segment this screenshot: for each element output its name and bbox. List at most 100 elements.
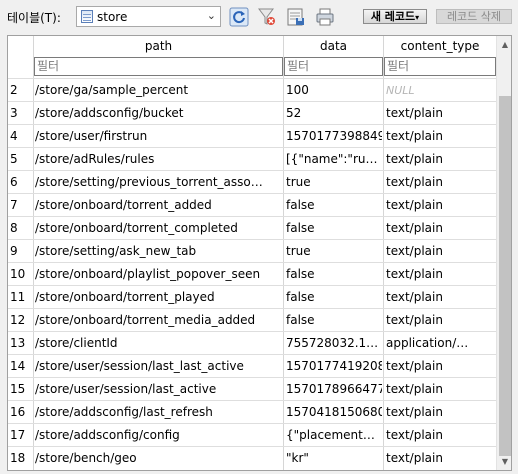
delete-record-button[interactable]: 레코드 삭제: [436, 9, 512, 24]
cell-path[interactable]: /store/user/session/last_last_active: [35, 355, 283, 377]
cell-content-type[interactable]: text/plain: [386, 125, 496, 147]
cell-data[interactable]: 755728032.1…: [286, 332, 382, 354]
cell-content-type[interactable]: text/plain: [386, 194, 496, 216]
cell-path[interactable]: /store/clientId: [35, 332, 283, 354]
cell-path[interactable]: /store/onboard/torrent_played: [35, 286, 283, 308]
row-number: 13: [10, 336, 26, 350]
table-label: 테이블(T):: [7, 11, 61, 25]
print-button[interactable]: [314, 6, 336, 28]
cell-path[interactable]: /store/onboard/torrent_completed: [35, 217, 283, 239]
cell-content-type[interactable]: text/plain: [386, 102, 496, 124]
cell-content-type[interactable]: text/plain: [386, 171, 496, 193]
row-number: 15: [10, 382, 26, 396]
table-select[interactable]: store ⌄: [76, 6, 221, 27]
table-row[interactable]: 6/store/setting/previous_torrent_asso… tr…: [8, 170, 496, 193]
row-number: 14: [10, 359, 26, 373]
cell-data[interactable]: false: [286, 263, 382, 285]
cell-data[interactable]: [{"name":"ru…: [286, 148, 382, 170]
cell-path[interactable]: /store/addsconfig/config: [35, 424, 283, 446]
table-row[interactable]: 7/store/onboard/torrent_added false text/p…: [8, 193, 496, 216]
column-header-content-type[interactable]: content_type: [384, 36, 496, 56]
cell-content-type[interactable]: text/plain: [386, 424, 496, 446]
clear-filters-button[interactable]: [256, 6, 278, 28]
cell-path[interactable]: /store/setting/previous_torrent_asso…: [35, 171, 283, 193]
cell-content-type[interactable]: text/plain: [386, 148, 496, 170]
cell-path[interactable]: /store/onboard/torrent_added: [35, 194, 283, 216]
cell-path[interactable]: /store/user/firstrun: [35, 125, 283, 147]
table-row[interactable]: 10/store/onboard/playlist_popover_seen fa…: [8, 262, 496, 285]
chevron-down-icon: ⌄: [206, 9, 216, 22]
cell-content-type[interactable]: text/plain: [386, 286, 496, 308]
cell-data[interactable]: true: [286, 240, 382, 262]
cell-content-type[interactable]: text/plain: [386, 355, 496, 377]
cell-content-type[interactable]: text/plain: [386, 217, 496, 239]
row-number: 17: [10, 428, 26, 442]
cell-content-type[interactable]: text/plain: [386, 401, 496, 423]
row-number: 7: [10, 198, 18, 212]
row-number: 2: [10, 83, 18, 97]
cell-path[interactable]: /store/bench/geo: [35, 447, 283, 469]
refresh-icon: [229, 7, 249, 27]
vertical-scrollbar[interactable]: ▲ ▼: [496, 36, 511, 470]
table-row[interactable]: 3/store/addsconfig/bucket 52 text/plain: [8, 101, 496, 124]
table-row[interactable]: 15/store/user/session/last_active 1570178…: [8, 377, 496, 400]
cell-path[interactable]: /store/ga/sample_percent: [35, 79, 283, 101]
cell-data[interactable]: false: [286, 309, 382, 331]
dropdown-arrow-icon: ▾: [415, 13, 420, 22]
table-row[interactable]: 12/store/onboard/torrent_media_added fals…: [8, 308, 496, 331]
cell-data[interactable]: "kr": [286, 447, 382, 469]
cell-content-type[interactable]: text/plain: [386, 378, 496, 400]
scroll-up-icon[interactable]: ▲: [497, 36, 511, 53]
cell-content-type[interactable]: NULL: [386, 79, 496, 101]
new-record-button[interactable]: 새 레코드▾: [363, 9, 427, 24]
cell-content-type[interactable]: text/plain: [386, 263, 496, 285]
cell-path[interactable]: /store/adRules/rules: [35, 148, 283, 170]
row-number: 3: [10, 106, 18, 120]
cell-data[interactable]: false: [286, 194, 382, 216]
cell-path[interactable]: /store/user/session/last_active: [35, 378, 283, 400]
cell-data[interactable]: 1570177419208: [286, 355, 382, 377]
row-number: 11: [10, 290, 26, 304]
cell-content-type[interactable]: text/plain: [386, 309, 496, 331]
column-header-path[interactable]: path: [34, 36, 283, 56]
cell-path[interactable]: /store/onboard/torrent_media_added: [35, 309, 283, 331]
table-row[interactable]: 13/store/clientId 755728032.1… application…: [8, 331, 496, 354]
cell-data[interactable]: 1570177398849: [286, 125, 382, 147]
cell-data[interactable]: 100: [286, 79, 382, 101]
table-row[interactable]: 18/store/bench/geo "kr" text/plain: [8, 446, 496, 469]
cell-path[interactable]: /store/addsconfig/bucket: [35, 102, 283, 124]
table-row[interactable]: 4/store/user/firstrun 1570177398849 text/p…: [8, 124, 496, 147]
filter-input-path[interactable]: 필터: [34, 57, 283, 76]
table-row[interactable]: 17/store/addsconfig/config {"placement… te…: [8, 423, 496, 446]
scrollbar-thumb[interactable]: [499, 96, 511, 456]
clear-filters-icon: [258, 8, 275, 25]
table-row[interactable]: 14/store/user/session/last_last_active 15…: [8, 354, 496, 377]
cell-data[interactable]: 52: [286, 102, 382, 124]
cell-data[interactable]: true: [286, 171, 382, 193]
table-row[interactable]: 8/store/onboard/torrent_completed false te…: [8, 216, 496, 239]
cell-data[interactable]: 1570178966477: [286, 378, 382, 400]
save-filter-icon: [287, 8, 304, 26]
toolbar: 테이블(T): store ⌄ 새 레코드▾ 레코드 삭제: [0, 0, 518, 32]
cell-path[interactable]: /store/setting/ask_new_tab: [35, 240, 283, 262]
cell-content-type[interactable]: application/…: [386, 332, 496, 354]
table-row[interactable]: 9/store/setting/ask_new_tab true text/plai…: [8, 239, 496, 262]
table-row[interactable]: 2/store/ga/sample_percent 100 NULL: [8, 78, 496, 101]
table-row[interactable]: 16/store/addsconfig/last_refresh 15704181…: [8, 400, 496, 423]
cell-data[interactable]: {"placement…: [286, 424, 382, 446]
cell-data[interactable]: false: [286, 217, 382, 239]
cell-data[interactable]: 1570418150680: [286, 401, 382, 423]
table-row[interactable]: 5/store/adRules/rules [{"name":"ru… text/p…: [8, 147, 496, 170]
table-row[interactable]: 11/store/onboard/torrent_played false text…: [8, 285, 496, 308]
cell-path[interactable]: /store/addsconfig/last_refresh: [35, 401, 283, 423]
cell-content-type[interactable]: text/plain: [386, 240, 496, 262]
save-filter-button[interactable]: [285, 6, 307, 28]
cell-data[interactable]: false: [286, 286, 382, 308]
cell-path[interactable]: /store/onboard/playlist_popover_seen: [35, 263, 283, 285]
scroll-down-icon[interactable]: ▼: [497, 453, 511, 470]
filter-input-content-type[interactable]: 필터: [384, 57, 496, 76]
refresh-button[interactable]: [228, 6, 250, 28]
filter-input-data[interactable]: 필터: [284, 57, 383, 76]
column-header-data[interactable]: data: [284, 36, 383, 56]
cell-content-type[interactable]: text/plain: [386, 447, 496, 469]
